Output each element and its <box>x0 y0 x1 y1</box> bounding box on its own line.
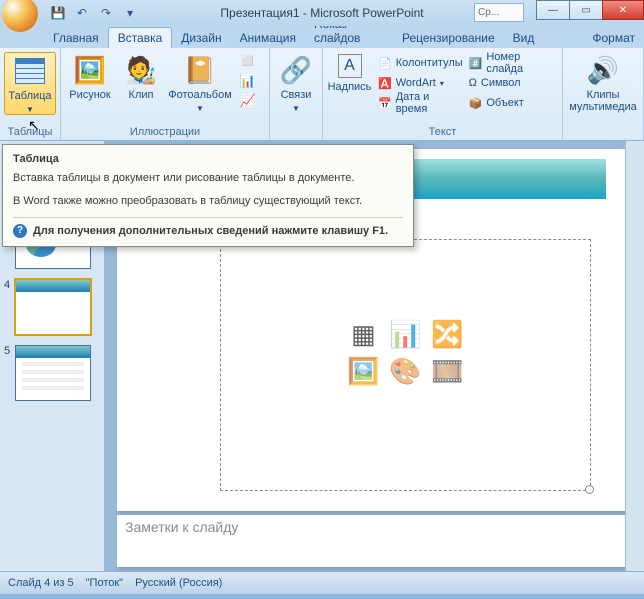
title-bar: 💾 ↶ ↷ ▾ Презентация1 - Microsoft PowerPo… <box>0 0 644 26</box>
smartart-icon[interactable]: 📊 <box>239 72 257 90</box>
chevron-down-icon: ▼ <box>196 104 204 113</box>
tab-animation[interactable]: Анимация <box>231 28 305 48</box>
textbox-button[interactable]: A Надпись <box>327 52 372 93</box>
status-language[interactable]: Русский (Россия) <box>135 577 222 589</box>
qat-more-icon[interactable]: ▾ <box>120 3 140 23</box>
table-button[interactable]: Таблица ▼ <box>4 52 56 115</box>
tooltip-line2: В Word также можно преобразовать в табли… <box>13 194 403 209</box>
header-footer-icon: 📄 <box>378 57 392 70</box>
status-theme: "Поток" <box>86 577 123 589</box>
group-text: A Надпись 📄Колонтитулы 🅰️WordArt▾ 📅Дата … <box>323 48 563 140</box>
text-items-col2: #️⃣Номер слайда ΩСимвол 📦Объект <box>469 52 558 112</box>
tab-format[interactable]: Формат <box>583 28 644 48</box>
save-icon[interactable]: 💾 <box>48 3 68 23</box>
wordart-button[interactable]: 🅰️WordArt▾ <box>378 74 463 92</box>
content-placeholder[interactable]: ▦ 📊 🔀 🖼️ 🎨 🎞️ <box>220 239 591 491</box>
media-clips-button[interactable]: 🔊 Клипы мультимедиа <box>567 52 639 113</box>
insert-media-icon[interactable]: 🎞️ <box>429 356 465 387</box>
undo-icon[interactable]: ↶ <box>72 3 92 23</box>
ribbon: Таблица ▼ Таблицы 🖼️ Рисунок 🧑‍🎨 Клип 📔 … <box>0 48 644 141</box>
text-items-col1: 📄Колонтитулы 🅰️WordArt▾ 📅Дата и время <box>378 52 463 112</box>
tooltip-help-text: Для получения дополнительных сведений на… <box>33 225 388 237</box>
chevron-down-icon: ▼ <box>26 105 34 114</box>
maximize-button[interactable]: ▭ <box>569 0 603 20</box>
window-controls: — ▭ ✕ <box>537 0 644 20</box>
thumbnail-4[interactable]: 4 <box>4 279 100 335</box>
insert-table-icon[interactable]: ▦ <box>345 319 381 350</box>
help-icon: ? <box>13 224 27 238</box>
quick-access-toolbar: 💾 ↶ ↷ ▾ <box>48 3 140 23</box>
group-tables-label: Таблицы <box>4 125 56 140</box>
tooltip-help: ? Для получения дополнительных сведений … <box>13 224 403 238</box>
close-button[interactable]: ✕ <box>602 0 644 20</box>
tab-review[interactable]: Рецензирование <box>393 28 504 48</box>
ribbon-tabs: Главная Вставка Дизайн Анимация Показ сл… <box>0 26 644 48</box>
placeholder-icons: ▦ 📊 🔀 🖼️ 🎨 🎞️ <box>345 319 465 387</box>
group-media: 🔊 Клипы мультимедиа <box>563 48 644 140</box>
links-button[interactable]: 🔗 Связи ▼ <box>274 52 318 113</box>
redo-icon[interactable]: ↷ <box>96 3 116 23</box>
picture-button[interactable]: 🖼️ Рисунок <box>65 52 115 101</box>
status-slide-count: Слайд 4 из 5 <box>8 577 74 589</box>
tab-insert[interactable]: Вставка <box>108 27 173 48</box>
notes-pane[interactable]: Заметки к слайду <box>117 515 632 567</box>
status-bar: Слайд 4 из 5 "Поток" Русский (Россия) <box>0 571 644 594</box>
textbox-icon: A <box>338 54 362 78</box>
datetime-button[interactable]: 📅Дата и время <box>378 94 463 112</box>
slide-number-icon: #️⃣ <box>469 57 483 70</box>
insert-chart-icon[interactable]: 📊 <box>387 319 423 350</box>
insert-picture-icon[interactable]: 🖼️ <box>345 356 381 387</box>
shapes-icon[interactable]: ◻️ <box>239 52 257 70</box>
illus-small-buttons: ◻️ 📊 📈 <box>239 52 257 110</box>
group-text-label: Текст <box>327 125 558 140</box>
table-icon <box>14 55 46 87</box>
slide-number-button[interactable]: #️⃣Номер слайда <box>469 54 558 72</box>
link-icon: 🔗 <box>280 54 312 86</box>
group-tables: Таблица ▼ Таблицы <box>0 48 61 140</box>
picture-icon: 🖼️ <box>74 54 106 86</box>
minimize-button[interactable]: — <box>536 0 570 20</box>
chart-icon[interactable]: 📈 <box>239 92 257 110</box>
thumbnail-5[interactable]: 5 <box>4 345 100 401</box>
table-button-label: Таблица <box>8 90 51 102</box>
photo-album-icon: 📔 <box>184 54 216 86</box>
tab-design[interactable]: Дизайн <box>172 28 230 48</box>
group-illustrations: 🖼️ Рисунок 🧑‍🎨 Клип 📔 Фотоальбом ▼ ◻️ 📊 … <box>61 48 270 140</box>
insert-clipart-icon[interactable]: 🎨 <box>387 356 423 387</box>
symbol-icon: Ω <box>469 77 477 89</box>
clipart-button[interactable]: 🧑‍🎨 Клип <box>121 52 161 101</box>
tooltip-title: Таблица <box>13 153 403 165</box>
vertical-scrollbar[interactable] <box>625 141 644 571</box>
group-links: 🔗 Связи ▼ <box>270 48 323 140</box>
object-button[interactable]: 📦Объект <box>469 94 558 112</box>
chevron-down-icon: ▼ <box>292 104 300 113</box>
header-footer-button[interactable]: 📄Колонтитулы <box>378 54 463 72</box>
insert-smartart-icon[interactable]: 🔀 <box>429 319 465 350</box>
table-tooltip: Таблица Вставка таблицы в документ или р… <box>2 144 414 247</box>
symbol-button[interactable]: ΩСимвол <box>469 74 558 92</box>
photo-album-button[interactable]: 📔 Фотоальбом ▼ <box>167 52 233 113</box>
clipart-icon: 🧑‍🎨 <box>125 54 157 86</box>
object-icon: 📦 <box>469 97 483 110</box>
tab-home[interactable]: Главная <box>44 28 108 48</box>
speaker-icon: 🔊 <box>587 54 619 86</box>
tooltip-line1: Вставка таблицы в документ или рисование… <box>13 171 403 186</box>
help-search-input[interactable]: Ср... <box>474 3 524 22</box>
wordart-icon: 🅰️ <box>378 77 392 90</box>
group-illustrations-label: Иллюстрации <box>65 125 265 140</box>
datetime-icon: 📅 <box>378 97 392 110</box>
tab-view[interactable]: Вид <box>504 28 544 48</box>
